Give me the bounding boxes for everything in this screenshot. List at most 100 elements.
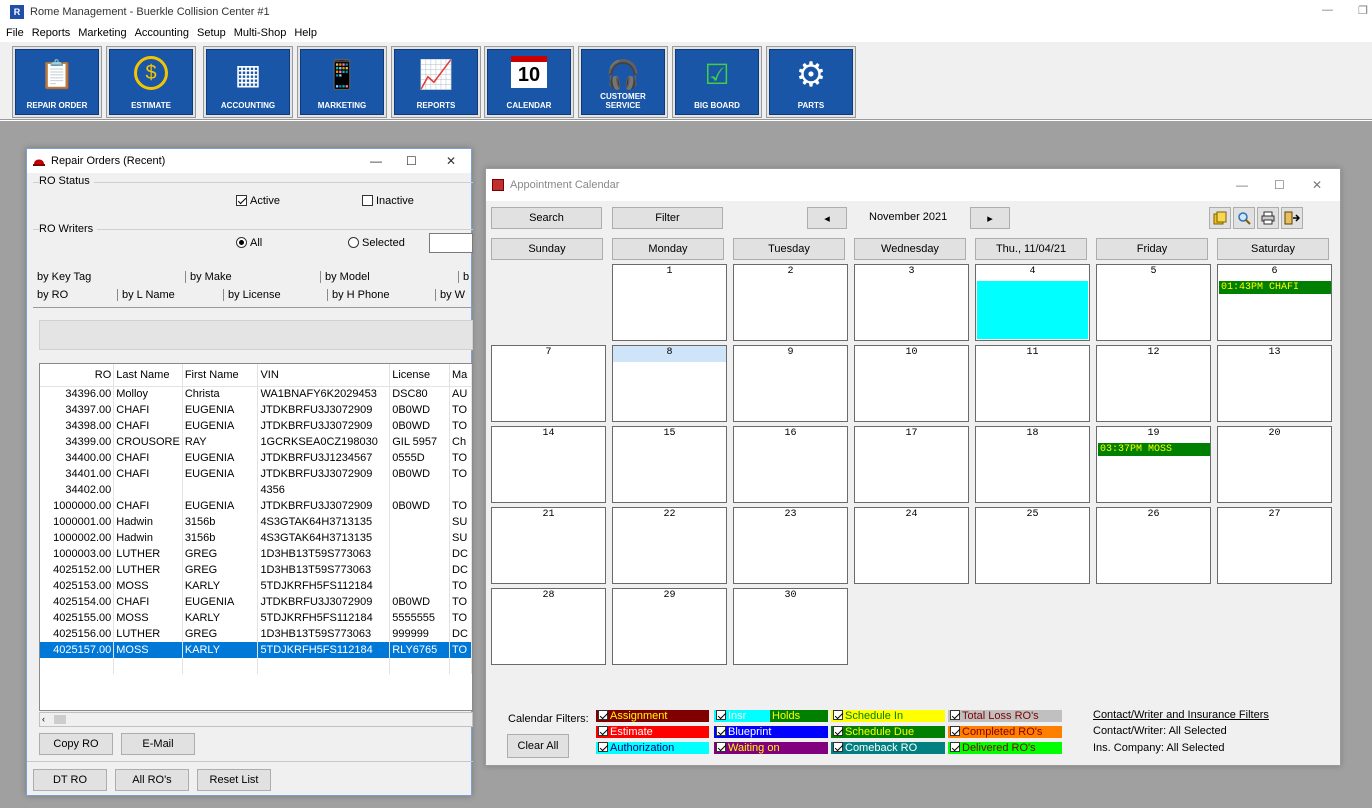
dt-ro-button[interactable]: DT RO [33, 769, 107, 791]
menu-help[interactable]: Help [294, 27, 317, 39]
calendar-day-cell[interactable]: 18 [975, 426, 1090, 503]
table-row[interactable]: 34398.00 CHAFI EUGENIA JTDKBRFU3J3072909 0B0… [40, 418, 472, 434]
calendar-day-cell[interactable]: 28 [491, 588, 606, 665]
menu-reports[interactable]: Reports [32, 27, 71, 39]
table-row[interactable]: 4025156.00 LUTHER GREG 1D3HB13T59S773063 999… [40, 626, 472, 642]
day-header-2[interactable]: Tuesday [733, 238, 845, 260]
table-row[interactable]: 34399.00 CROUSORE RAY 1GCRKSEA0CZ198030 GIL … [40, 434, 472, 450]
scroll-thumb[interactable] [54, 715, 66, 724]
repair-orders-grid[interactable]: RO Last Name First Name VIN License Ma 3… [39, 363, 473, 711]
table-row[interactable]: 34402.00 4356 [40, 482, 472, 498]
scroll-left-icon[interactable]: ‹ [42, 714, 45, 724]
filter-assignment[interactable]: Assignment [596, 710, 709, 722]
day-header-4[interactable]: Thu., 11/04/21 [975, 238, 1087, 260]
calendar-minimize-icon[interactable]: — [1236, 178, 1248, 192]
calendar-day-cell[interactable]: 24 [854, 507, 969, 584]
col-last-name[interactable]: Last Name [113, 364, 183, 387]
filter-waiting-on[interactable]: Waiting on [714, 742, 828, 754]
filter-comeback-ro[interactable]: Comeback RO [831, 742, 945, 754]
calendar-day-cell[interactable]: 6 01:43PM CHAFI [1217, 264, 1332, 341]
calendar-day-cell[interactable]: 8 [612, 345, 727, 422]
day-header-3[interactable]: Wednesday [854, 238, 966, 260]
marketing-button[interactable]: 📱 MARKETING [297, 46, 387, 118]
calendar-button[interactable]: 10 CALENDAR [484, 46, 574, 118]
calendar-day-cell[interactable]: 10 [854, 345, 969, 422]
filter-delivered-ro-s[interactable]: Delivered RO's [948, 742, 1062, 754]
filter-total-loss-ro-s[interactable]: Total Loss RO's [948, 710, 1062, 722]
calendar-day-cell[interactable]: 29 [612, 588, 727, 665]
restore-icon[interactable]: ❐ [1358, 4, 1368, 17]
accounting-button[interactable]: ▦ ACCOUNTING [203, 46, 293, 118]
table-row[interactable]: 1000000.00 CHAFI EUGENIA JTDKBRFU3J3072909 0… [40, 498, 472, 514]
tab-by-key-tag[interactable]: by Key Tag [33, 271, 91, 283]
calendar-day-cell[interactable]: 16 [733, 426, 848, 503]
minimize-icon[interactable]: — [1322, 4, 1333, 16]
search-button[interactable]: Search [491, 207, 602, 229]
table-row[interactable]: 1000001.00 Hadwin 3156b 4S3GTAK64H3713135 SU [40, 514, 472, 530]
big-board-button[interactable]: ☑ BIG BOARD [672, 46, 762, 118]
calendar-day-cell[interactable]: 1 [612, 264, 727, 341]
email-button[interactable]: E-Mail [121, 733, 195, 755]
table-row[interactable]: 4025152.00 LUTHER GREG 1D3HB13T59S773063 DC [40, 562, 472, 578]
filter-schedule-in[interactable]: Schedule In [831, 710, 945, 722]
calendar-day-cell[interactable]: 17 [854, 426, 969, 503]
calendar-day-cell[interactable]: 2 [733, 264, 848, 341]
table-row[interactable]: 4025153.00 MOSS KARLY 5TDJKRFH5FS112184 TO [40, 578, 472, 594]
calendar-day-cell[interactable]: 26 [1096, 507, 1211, 584]
calendar-day-cell[interactable]: 15 [612, 426, 727, 503]
prev-month-button[interactable]: ◂ [807, 207, 847, 229]
table-row[interactable]: 4025154.00 CHAFI EUGENIA JTDKBRFU3J3072909 0… [40, 594, 472, 610]
calendar-day-cell[interactable]: 21 [491, 507, 606, 584]
repair-order-button[interactable]: 📋 REPAIR ORDER [12, 46, 102, 118]
inactive-checkbox[interactable]: Inactive [362, 195, 414, 207]
ro-maximize-icon[interactable]: ☐ [406, 154, 417, 168]
calendar-day-cell[interactable]: 12 [1096, 345, 1211, 422]
menu-accounting[interactable]: Accounting [135, 27, 189, 39]
calendar-day-cell[interactable]: 22 [612, 507, 727, 584]
table-row[interactable]: 34400.00 CHAFI EUGENIA JTDKBRFU3J1234567 055… [40, 450, 472, 466]
reset-list-button[interactable]: Reset List [197, 769, 271, 791]
calendar-day-cell[interactable]: 5 [1096, 264, 1211, 341]
table-row[interactable]: 1000002.00 Hadwin 3156b 4S3GTAK64H3713135 SU [40, 530, 472, 546]
day-header-1[interactable]: Monday [612, 238, 724, 260]
filter-schedule-due[interactable]: Schedule Due [831, 726, 945, 738]
appointment-entry[interactable]: 03:37PM MOSS [1098, 443, 1210, 456]
calendar-day-cell[interactable]: 27 [1217, 507, 1332, 584]
tab-by-ro[interactable]: by RO [33, 289, 68, 301]
calendar-day-cell[interactable]: 19 03:37PM MOSS [1096, 426, 1211, 503]
calendar-day-cell[interactable]: 14 [491, 426, 606, 503]
menu-setup[interactable]: Setup [197, 27, 226, 39]
estimate-button[interactable]: $ ESTIMATE [106, 46, 196, 118]
tab-by-make[interactable]: by Make [185, 271, 232, 283]
filter-insr[interactable]: Insr [714, 710, 770, 722]
menu-multi-shop[interactable]: Multi-Shop [234, 27, 287, 39]
copy-icon[interactable] [1209, 207, 1231, 229]
col-vin[interactable]: VIN [257, 364, 391, 387]
filter-holds[interactable]: Holds [770, 710, 828, 722]
magnifier-icon[interactable] [1233, 207, 1255, 229]
table-row[interactable]: 1000003.00 LUTHER GREG 1D3HB13T59S773063 DC [40, 546, 472, 562]
parts-button[interactable]: ⚙ PARTS [766, 46, 856, 118]
tab-by-last-name[interactable]: by L Name [117, 289, 175, 301]
day-header-6[interactable]: Saturday [1217, 238, 1329, 260]
reports-button[interactable]: 📈 REPORTS [391, 46, 481, 118]
calendar-day-cell[interactable]: 3 [854, 264, 969, 341]
ro-minimize-icon[interactable]: — [370, 154, 382, 168]
all-ros-button[interactable]: All RO's [115, 769, 189, 791]
contact-insurance-filters-link[interactable]: Contact/Writer and Insurance Filters [1093, 709, 1269, 721]
calendar-close-icon[interactable]: ✕ [1312, 178, 1322, 192]
filter-completed-ro-s[interactable]: Completed RO's [948, 726, 1062, 738]
col-license[interactable]: License [389, 364, 450, 387]
active-checkbox[interactable]: Active [236, 195, 280, 207]
calendar-day-cell[interactable]: 11 [975, 345, 1090, 422]
table-row[interactable]: 4025157.00 MOSS KARLY 5TDJKRFH5FS112184 RLY6… [40, 642, 472, 658]
exit-icon[interactable] [1281, 207, 1303, 229]
table-row[interactable]: 34397.00 CHAFI EUGENIA JTDKBRFU3J3072909 0B0… [40, 402, 472, 418]
tab-by-home-phone[interactable]: by H Phone [327, 289, 389, 301]
calendar-day-cell[interactable]: 25 [975, 507, 1090, 584]
table-row[interactable]: 34401.00 CHAFI EUGENIA JTDKBRFU3J3072909 0B0… [40, 466, 472, 482]
customer-service-button[interactable]: 🎧 CUSTOMER SERVICE [578, 46, 668, 118]
table-row[interactable]: 4025155.00 MOSS KARLY 5TDJKRFH5FS112184 5555… [40, 610, 472, 626]
day-header-5[interactable]: Friday [1096, 238, 1208, 260]
calendar-maximize-icon[interactable]: ☐ [1274, 178, 1285, 192]
